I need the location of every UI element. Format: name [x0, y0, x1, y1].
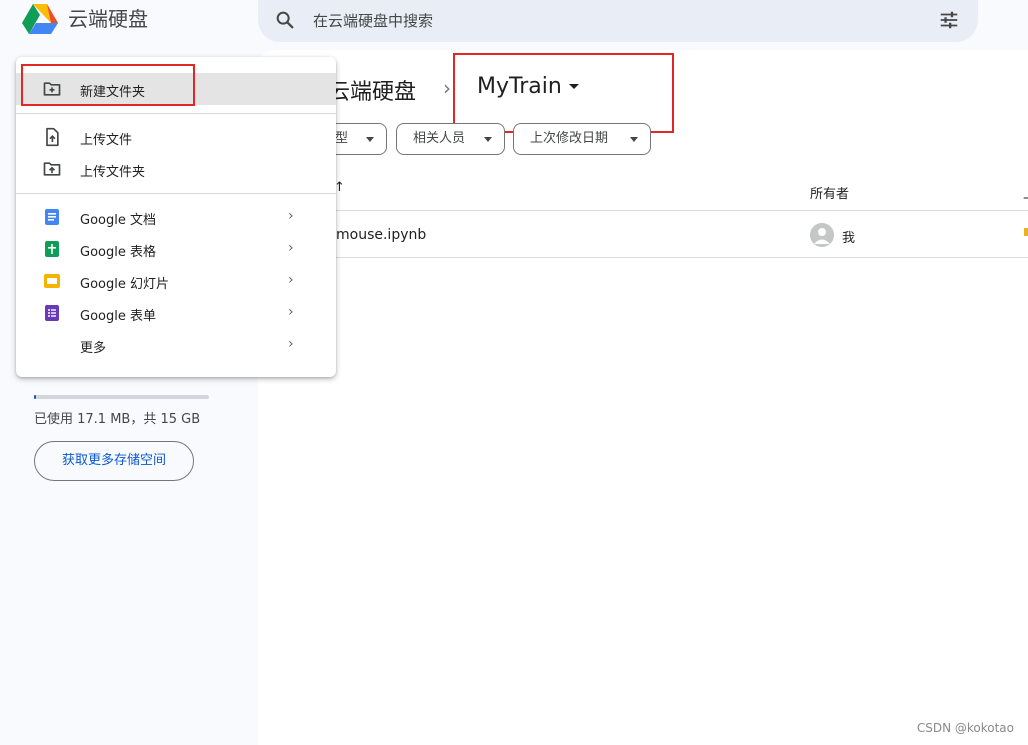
google-forms-icon [45, 305, 59, 321]
menu-item-label: Google 文档 [80, 213, 156, 228]
tune-icon[interactable] [938, 9, 960, 31]
menu-item-label: 上传文件夹 [80, 165, 146, 180]
annotation-highlight-box [453, 53, 674, 133]
storage-usage-text: 已使用 17.1 MB，共 15 GB [34, 412, 201, 427]
filter-chip-people[interactable]: 相关人员 [396, 123, 505, 155]
menu-item-label: Google 表格 [80, 245, 156, 260]
owner-name: 我 [842, 231, 856, 246]
menu-item-upload-folder[interactable]: 上传文件夹 [16, 153, 336, 185]
upload-folder-icon [43, 162, 61, 176]
get-more-storage-button[interactable]: 获取更多存储空间 [34, 441, 194, 481]
storage-progress-fill [34, 395, 36, 399]
search-bar[interactable]: 在云端硬盘中搜索 [258, 0, 978, 42]
new-item-menu: 新建文件夹 上传文件 上传文件夹 Google 文档 › Google 表格 ›… [16, 57, 336, 377]
chevron-right-icon: › [288, 208, 294, 224]
filter-chip-label: 上次修改日期 [530, 131, 609, 146]
main-panel: 云端硬盘 › MyTrain 型 相关人员 上次修改日期 ↑ 所有者 上 mou… [258, 50, 1028, 745]
table-divider [328, 210, 1028, 211]
menu-item-google-sheets[interactable]: Google 表格 › [16, 233, 336, 265]
chevron-right-icon: › [288, 272, 294, 288]
watermark: CSDN @kokotao [916, 721, 1014, 735]
menu-item-label: 上传文件 [80, 133, 133, 148]
google-drive-logo-icon[interactable] [20, 2, 60, 36]
google-slides-icon [44, 274, 60, 288]
breadcrumb-root[interactable]: 云端硬盘 [328, 74, 416, 106]
menu-divider [16, 193, 336, 194]
menu-item-google-docs[interactable]: Google 文档 › [16, 201, 336, 233]
menu-divider [16, 113, 336, 114]
menu-item-google-forms[interactable]: Google 表单 › [16, 297, 336, 329]
filter-chip-modified[interactable]: 上次修改日期 [513, 123, 651, 155]
chevron-right-icon: › [288, 240, 294, 256]
chevron-right-icon: › [288, 336, 294, 352]
shared-icon [1024, 228, 1028, 236]
google-sheets-icon [45, 241, 59, 257]
table-divider [328, 257, 1028, 258]
chevron-right-icon: › [288, 304, 294, 320]
filter-chip-label: 型 [335, 131, 349, 146]
storage-progress-bar [34, 395, 209, 399]
upload-file-icon [46, 127, 59, 147]
search-icon[interactable] [274, 9, 296, 31]
google-docs-icon [45, 209, 59, 225]
column-header-owner[interactable]: 所有者 [810, 183, 849, 202]
search-input[interactable]: 在云端硬盘中搜索 [313, 10, 433, 31]
menu-item-google-slides[interactable]: Google 幻灯片 › [16, 265, 336, 297]
chevron-down-icon [484, 137, 492, 142]
owner-avatar-icon [810, 223, 834, 247]
menu-item-label: Google 幻灯片 [80, 277, 169, 292]
top-bar: 云端硬盘 在云端硬盘中搜索 [0, 0, 1028, 48]
menu-item-label: 更多 [80, 341, 107, 356]
chevron-down-icon [630, 137, 638, 142]
menu-item-more[interactable]: 更多 › [16, 329, 336, 361]
drive-app: 云端硬盘 在云端硬盘中搜索 已使用 17.1 MB，共 15 GB 获取更多存储… [0, 0, 1028, 745]
filter-chip-label: 相关人员 [413, 131, 466, 146]
column-header-modified[interactable]: 上 [1023, 183, 1028, 202]
file-name[interactable]: mouse.ipynb [336, 227, 426, 243]
app-title: 云端硬盘 [68, 7, 148, 31]
menu-item-label: Google 表单 [80, 309, 156, 324]
breadcrumb-separator: › [443, 76, 451, 100]
annotation-highlight-box [21, 64, 195, 106]
chevron-down-icon [366, 137, 374, 142]
menu-item-upload-file[interactable]: 上传文件 [16, 121, 336, 153]
